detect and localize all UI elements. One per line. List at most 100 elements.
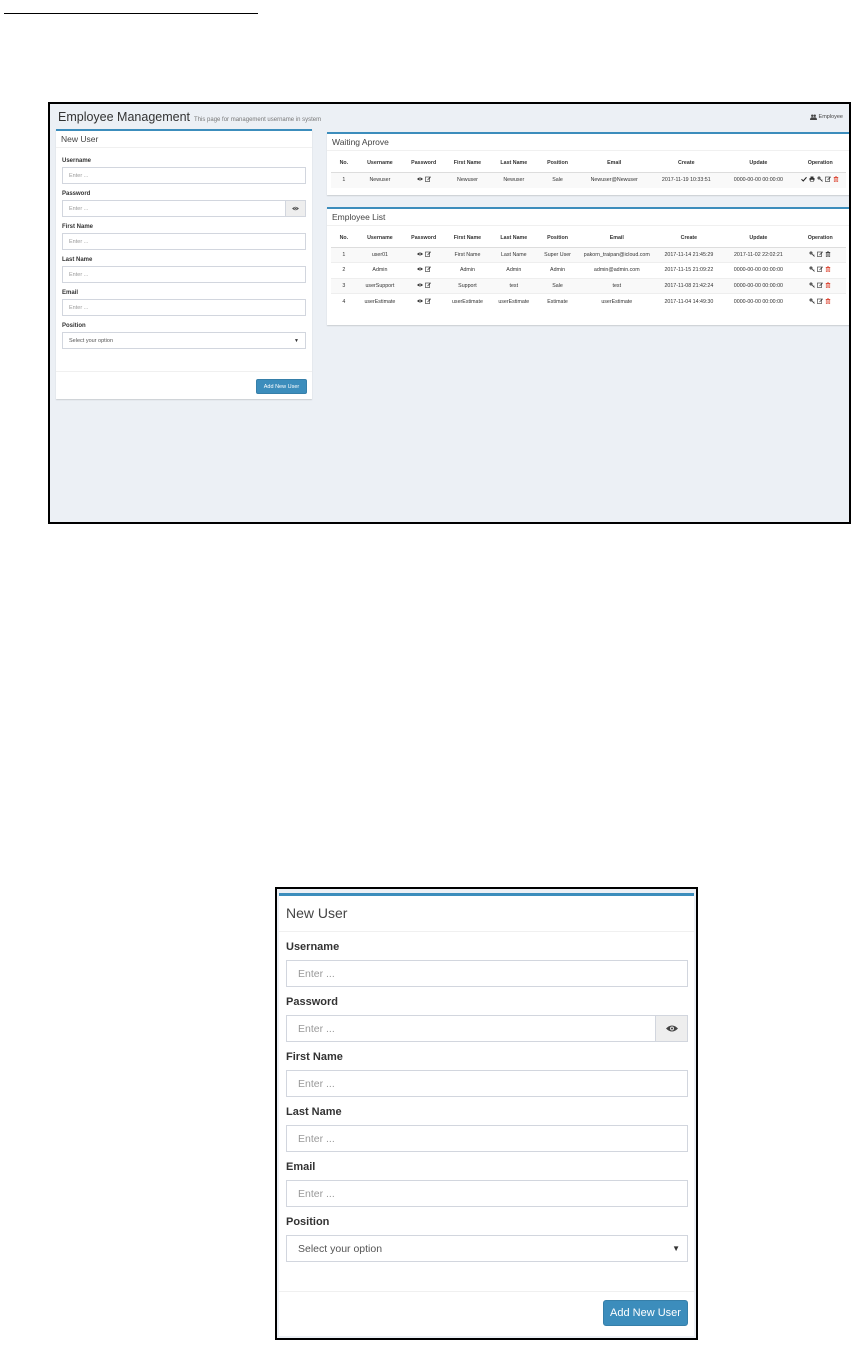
table-row: 3 userSupport Support test Sale test 201…: [331, 277, 846, 294]
edit-icon[interactable]: [817, 266, 824, 273]
show-password-button[interactable]: [656, 1015, 688, 1042]
email-label: Email: [62, 290, 79, 296]
last-name-input[interactable]: Enter ...: [62, 266, 306, 283]
eye-icon[interactable]: [416, 282, 423, 288]
trash-icon[interactable]: [825, 282, 831, 288]
cell-create: 2017-11-15 21:09:22: [655, 262, 723, 278]
edit-icon[interactable]: [424, 282, 431, 288]
username-input[interactable]: Enter ...: [286, 960, 688, 987]
new-user-form-zoom: New User Username Enter ... Password Ent…: [275, 887, 698, 1340]
cell-create: 2017-11-08 21:42:24: [655, 277, 723, 294]
cell-email: pakorn_traipan@icloud.com: [578, 246, 656, 263]
eye-icon[interactable]: [416, 176, 423, 182]
employee-list-title: Employee List: [327, 209, 849, 226]
col-last-name: Last Name: [490, 155, 537, 173]
table-row: 4 userEstimate userEstimate userEstimate…: [331, 293, 846, 309]
cell-operation: [794, 293, 846, 309]
print-icon[interactable]: [809, 176, 815, 182]
cell-email: test: [578, 277, 656, 294]
first-name-input[interactable]: Enter ...: [62, 233, 306, 250]
add-new-user-button[interactable]: Add New User: [256, 379, 307, 394]
password-input[interactable]: Enter ...: [286, 1015, 656, 1042]
cell-username: Newuser: [356, 171, 404, 188]
col-last-name: Last Name: [490, 230, 537, 248]
cell-password: [403, 277, 445, 294]
cell-username: userSupport: [356, 277, 404, 294]
eye-icon[interactable]: [416, 251, 423, 257]
col-operation: Operation: [794, 230, 846, 248]
show-password-button[interactable]: [286, 200, 306, 217]
cell-email: userEstimate: [578, 293, 656, 309]
eye-icon[interactable]: [416, 266, 423, 272]
password-label: Password: [286, 996, 338, 1008]
new-user-panel: New User Username Enter ... Password Ent…: [56, 129, 312, 399]
cell-update: 0000-00-00 00:00:00: [722, 293, 795, 309]
cell-first-name: First Name: [444, 246, 491, 263]
cell-no: 2: [331, 262, 357, 278]
cell-update: 0000-00-00 00:00:00: [722, 277, 795, 294]
cell-password: [403, 171, 445, 188]
username-label: Username: [62, 158, 92, 164]
position-select[interactable]: Select your option ▼: [62, 332, 306, 349]
users-icon: [809, 114, 817, 120]
trash-icon[interactable]: [825, 251, 831, 257]
edit-icon[interactable]: [424, 298, 431, 304]
eye-icon[interactable]: [416, 298, 423, 304]
cell-update: 0000-00-00 00:00:00: [722, 262, 795, 278]
col-email: Email: [578, 230, 656, 248]
first-name-label: First Name: [286, 1051, 343, 1063]
trash-icon[interactable]: [825, 297, 831, 304]
waiting-approve-title: Waiting Aprove: [327, 134, 849, 151]
cell-password: [403, 293, 445, 309]
edit-icon[interactable]: [817, 282, 824, 288]
email-input[interactable]: Enter ...: [62, 299, 306, 316]
edit-icon[interactable]: [817, 251, 824, 257]
password-input[interactable]: Enter ...: [62, 200, 286, 217]
cell-operation: [794, 277, 846, 294]
username-label: Username: [286, 941, 340, 953]
add-new-user-button[interactable]: Add New User: [603, 1300, 688, 1326]
cell-last-name: Admin: [490, 262, 537, 278]
edit-icon[interactable]: [825, 176, 832, 182]
cell-position: Admin: [536, 262, 579, 278]
password-label: Password: [62, 191, 91, 197]
cell-first-name: Support: [444, 277, 491, 294]
cell-update: 0000-00-00 00:00:00: [722, 171, 795, 188]
cell-no: 1: [331, 246, 357, 263]
col-update: Update: [722, 155, 795, 173]
position-select[interactable]: Select your option ▼: [286, 1235, 688, 1262]
breadcrumb-label: Employee: [818, 114, 843, 120]
new-user-title: New User: [56, 131, 312, 148]
key-icon[interactable]: [809, 282, 816, 288]
position-selected: Select your option: [298, 1242, 383, 1255]
waiting-approve-table: No. Username Password First Name Last Na…: [331, 155, 846, 188]
breadcrumb[interactable]: Employee: [809, 114, 843, 120]
cell-operation: [794, 246, 846, 263]
key-icon[interactable]: [809, 251, 816, 257]
edit-icon[interactable]: [424, 266, 431, 273]
cell-position: Super User: [536, 246, 579, 263]
col-username: Username: [356, 230, 404, 248]
email-input[interactable]: Enter ...: [286, 1180, 688, 1207]
trash-icon[interactable]: [825, 266, 831, 273]
cell-no: 4: [331, 293, 357, 309]
key-icon[interactable]: [809, 298, 816, 304]
key-icon[interactable]: [817, 176, 824, 182]
page-title: Employee Management: [58, 110, 191, 124]
edit-icon[interactable]: [817, 298, 824, 304]
top-rule: [4, 13, 258, 14]
trash-icon[interactable]: [833, 176, 839, 182]
last-name-input[interactable]: Enter ...: [286, 1125, 688, 1152]
new-user-title: New User: [279, 896, 694, 932]
username-input[interactable]: Enter ...: [62, 167, 306, 184]
check-icon[interactable]: [801, 176, 808, 182]
col-password: Password: [403, 155, 445, 173]
cell-no: 1: [331, 171, 357, 188]
cell-password: [403, 246, 445, 263]
key-icon[interactable]: [809, 266, 816, 273]
first-name-input[interactable]: Enter ...: [286, 1070, 688, 1097]
employee-list-table: No. Username Password First Name Last Na…: [331, 230, 846, 309]
edit-icon[interactable]: [424, 176, 431, 182]
cell-position: Sale: [536, 171, 579, 188]
edit-icon[interactable]: [424, 251, 431, 257]
